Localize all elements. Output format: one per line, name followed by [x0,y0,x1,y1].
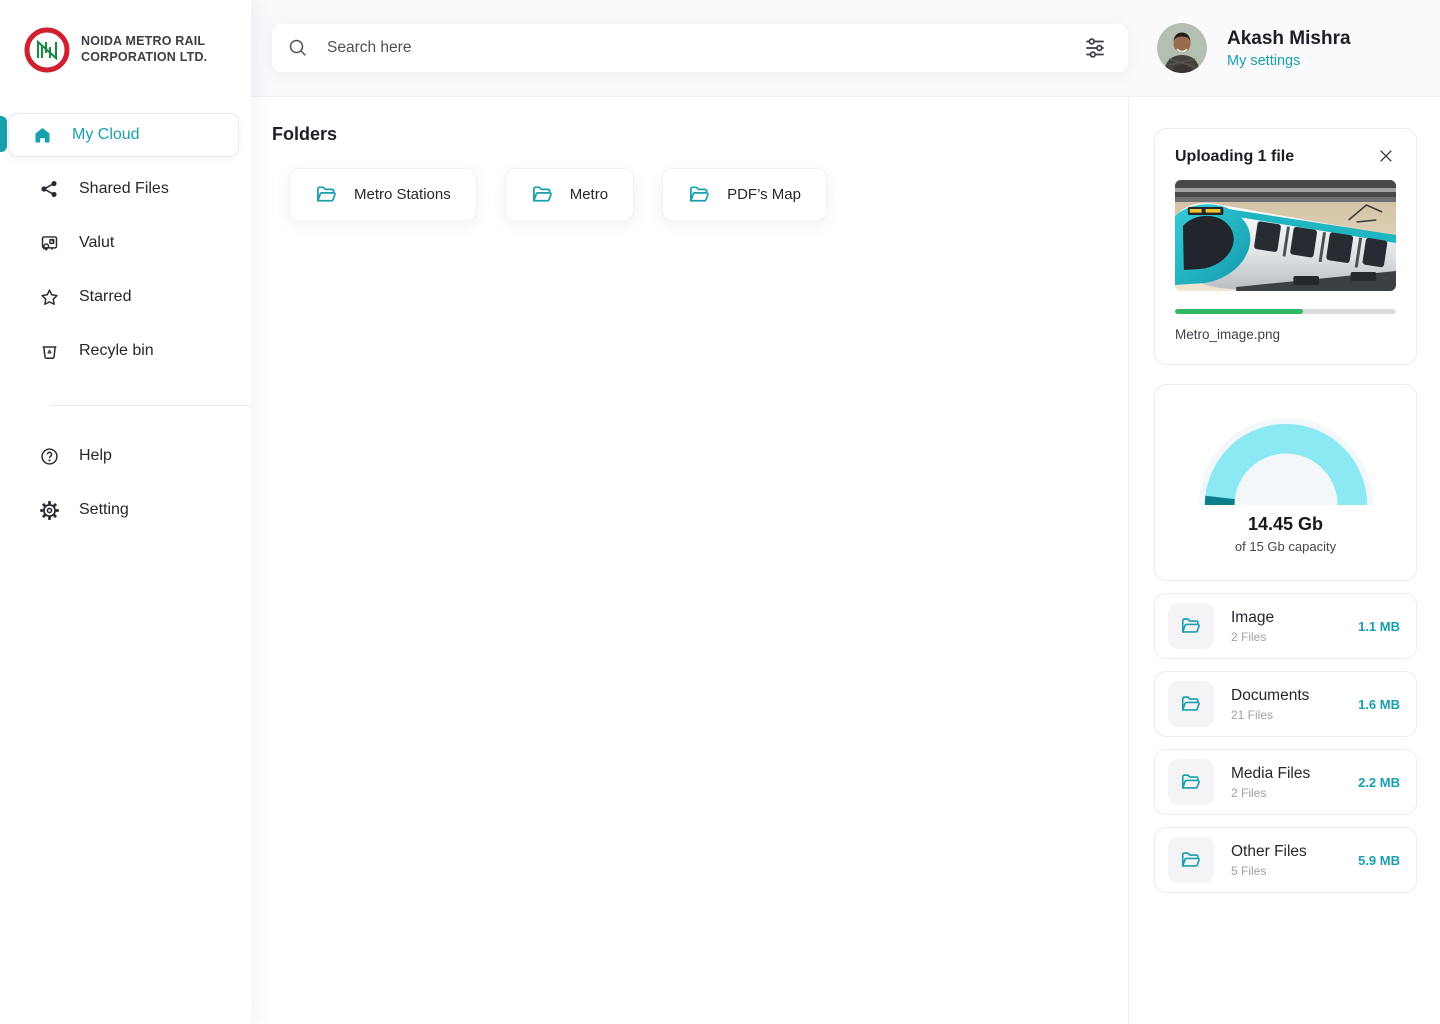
folder-open-icon [688,183,711,206]
profile: Akash Mishra My settings [1157,23,1351,73]
main-content: Folders Metro Stations Metro PDF’s Map [251,97,1128,1024]
my-settings-link[interactable]: My settings [1227,53,1351,69]
sidebar-item-label: Help [79,447,112,464]
upload-progress-bar [1175,309,1396,314]
category-files: 2 Files [1231,785,1267,800]
active-indicator [0,116,7,152]
sidebar-item-label: Recyle bin [79,342,154,359]
search-icon [286,36,310,60]
brand-name: NOIDA METRO RAIL CORPORATION LTD. [81,34,208,64]
category-card-documents[interactable]: Documents 21 Files 1.6 MB [1154,671,1417,737]
metro-train-image [1175,180,1396,291]
sidebar-divider [50,405,251,406]
category-name: Image [1231,608,1275,626]
folder-card-metro[interactable]: Metro [504,168,635,221]
folder-open-icon [315,183,338,206]
category-name: Media Files [1231,764,1311,782]
sidebar-item-vault[interactable]: Valut [8,221,239,265]
folder-open-icon [531,183,554,206]
folders-heading: Folders [272,124,338,144]
category-size: 1.1 MB [1358,618,1400,634]
profile-text: Akash Mishra My settings [1227,28,1351,69]
category-card-image[interactable]: Image 2 Files 1.1 MB [1154,593,1417,659]
search-bar[interactable] [272,24,1128,72]
category-size: 5.9 MB [1358,852,1400,868]
search-input[interactable] [327,39,1078,57]
user-name: Akash Mishra [1227,27,1351,49]
upload-file-name: Metro_image.png [1175,327,1281,342]
sidebar-item-shared-files[interactable]: Shared Files [8,167,239,211]
right-panel: Uploading 1 file Metro_image.png 14.45 G… [1128,97,1440,1024]
sidebar-item-label: Valut [79,234,115,251]
sidebar-nav: My Cloud Shared Files Valut Starred Recy… [0,113,251,532]
vault-icon [38,232,60,254]
sidebar-item-help[interactable]: Help [8,434,239,478]
avatar[interactable] [1157,23,1207,73]
folder-row: Metro Stations Metro PDF’s Map [289,168,1128,221]
storage-used-label: 14.45 Gb [1247,514,1324,534]
storage-capacity-label: of 15 Gb capacity [1234,539,1337,554]
nmrc-logo-icon [24,27,70,73]
upload-card: Uploading 1 file Metro_image.png [1154,128,1417,365]
category-card-other-files[interactable]: Other Files 5 Files 5.9 MB [1154,827,1417,893]
upload-title: Uploading 1 file [1175,148,1295,165]
sidebar-item-recycle-bin[interactable]: Recyle bin [8,329,239,373]
sidebar-item-label: Shared Files [79,180,169,197]
filter-sliders-icon[interactable] [1078,31,1112,65]
folder-card-metro-stations[interactable]: Metro Stations [289,168,477,221]
folder-label: PDF’s Map [727,186,801,203]
sidebar-item-my-cloud[interactable]: My Cloud [8,113,239,157]
sidebar-item-setting[interactable]: Setting [8,488,239,532]
sidebar-item-label: Starred [79,288,132,305]
folder-open-icon [1168,603,1214,649]
sidebar: NOIDA METRO RAIL CORPORATION LTD. My Clo… [0,0,251,1024]
category-name: Other Files [1231,842,1307,860]
folder-open-icon [1168,837,1214,883]
star-icon [38,286,60,308]
sidebar-item-starred[interactable]: Starred [8,275,239,319]
upload-progress-fill [1175,309,1304,314]
category-files: 5 Files [1231,863,1267,878]
share-icon [38,178,60,200]
sidebar-item-label: Setting [79,501,129,518]
recycle-bin-icon [38,340,60,362]
category-files: 21 Files [1231,707,1274,722]
home-icon [31,124,53,146]
close-icon[interactable] [1376,147,1396,167]
folder-label: Metro Stations [354,186,451,203]
topbar: Akash Mishra My settings [251,0,1440,97]
category-name: Documents [1231,686,1310,704]
storage-card: 14.45 Gb of 15 Gb capacity [1154,384,1417,581]
brand: NOIDA METRO RAIL CORPORATION LTD. [0,0,251,73]
category-card-media-files[interactable]: Media Files 2 Files 2.2 MB [1154,749,1417,815]
help-icon [38,445,60,467]
folder-card-pdfs-map[interactable]: PDF’s Map [662,168,827,221]
gear-icon [38,499,60,521]
sidebar-item-label: My Cloud [72,126,140,143]
folder-open-icon [1168,681,1214,727]
folder-label: Metro [569,186,609,203]
category-files: 2 Files [1231,629,1267,644]
folder-open-icon [1168,759,1214,805]
storage-gauge [1198,417,1373,505]
category-size: 1.6 MB [1358,696,1400,712]
category-size: 2.2 MB [1358,774,1400,790]
